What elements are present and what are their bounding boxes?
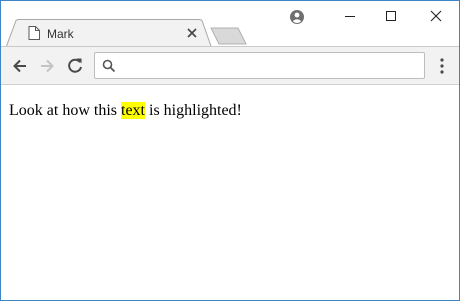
address-bar[interactable] bbox=[94, 52, 425, 79]
account-circle-icon[interactable] bbox=[286, 6, 308, 28]
page-content: Look at how this text is highlighted! bbox=[1, 86, 459, 300]
tab-title: Mark bbox=[47, 27, 74, 41]
maximize-icon[interactable] bbox=[368, 1, 414, 31]
close-icon[interactable] bbox=[186, 27, 198, 39]
browser-window: Mark Look at how this text is highlighte… bbox=[0, 0, 460, 301]
reload-icon[interactable] bbox=[65, 56, 85, 76]
tab-mark[interactable]: Mark bbox=[6, 19, 212, 48]
highlighted-text: text bbox=[121, 102, 145, 119]
page-paragraph: Look at how this text is highlighted! bbox=[9, 101, 242, 121]
minimize-icon[interactable] bbox=[327, 1, 373, 31]
address-input[interactable] bbox=[121, 56, 419, 76]
arrow-right-icon[interactable] bbox=[37, 56, 57, 76]
window-close-icon[interactable] bbox=[413, 1, 459, 31]
text-after: is highlighted! bbox=[145, 102, 242, 119]
text-before: Look at how this bbox=[9, 102, 121, 119]
page-icon bbox=[28, 26, 40, 40]
search-icon bbox=[102, 59, 116, 73]
new-tab-button[interactable] bbox=[210, 27, 248, 45]
kebab-menu-icon[interactable] bbox=[434, 57, 450, 75]
toolbar bbox=[1, 47, 459, 85]
arrow-left-icon[interactable] bbox=[10, 56, 30, 76]
title-bar: Mark bbox=[1, 1, 459, 48]
